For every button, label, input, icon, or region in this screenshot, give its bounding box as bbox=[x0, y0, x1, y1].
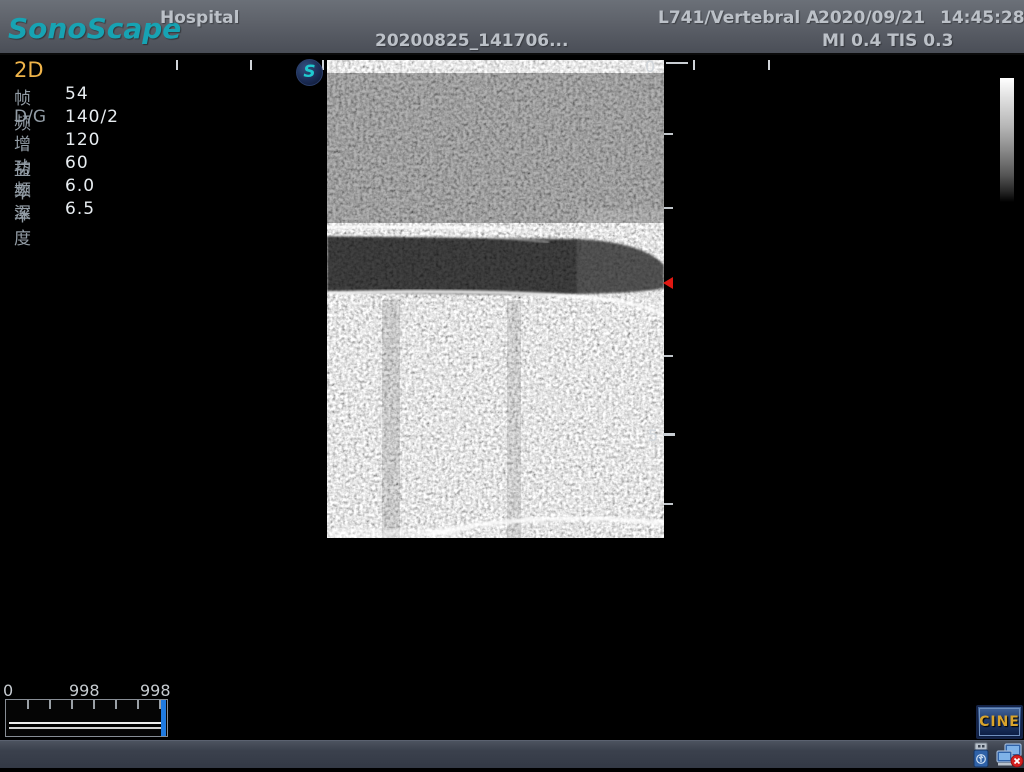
ruler-tick bbox=[250, 60, 252, 70]
param-label: 深度 bbox=[14, 199, 31, 249]
ruler-tick bbox=[176, 60, 178, 70]
top-bar: SonoScape Hospital L741/Vertebral A 2020… bbox=[0, 0, 1024, 55]
probe-orientation-marker: S bbox=[296, 59, 323, 86]
depth-label-top: 0 bbox=[645, 57, 655, 76]
taskbar bbox=[0, 740, 1024, 768]
depth-tick-major bbox=[666, 62, 688, 64]
depth-tick bbox=[664, 207, 673, 209]
exam-id: 20200825_141706... bbox=[375, 31, 568, 51]
depth-tick-major bbox=[663, 433, 675, 436]
cine-start-label: 0 bbox=[3, 681, 13, 700]
depth-tick bbox=[664, 133, 673, 135]
cine-total-frames: 998 bbox=[140, 681, 171, 700]
grayscale-bar bbox=[1000, 78, 1014, 202]
usb-drive-icon[interactable] bbox=[970, 742, 996, 768]
param-label: D/G bbox=[14, 107, 46, 127]
cine-ticks bbox=[7, 700, 166, 709]
probe-preset: L741/Vertebral A bbox=[658, 8, 819, 28]
depth-tick bbox=[664, 355, 673, 357]
depth-label-bottom: 5 bbox=[648, 426, 658, 445]
cine-ruler[interactable] bbox=[5, 699, 168, 737]
focus-marker-icon bbox=[663, 277, 673, 289]
param-value: 140/2 bbox=[65, 107, 119, 127]
depth-tick bbox=[664, 503, 673, 505]
sonoscape-logo: SonoScape bbox=[8, 12, 181, 45]
exam-time: 14:45:28 bbox=[940, 8, 1024, 28]
hospital-name: Hospital bbox=[160, 8, 239, 28]
ruler-tick bbox=[693, 60, 695, 70]
cine-button[interactable]: CINE bbox=[976, 705, 1023, 739]
mode-label: 2D bbox=[14, 58, 44, 82]
param-value: 120 bbox=[65, 130, 100, 150]
cine-current-frame: 998 bbox=[69, 681, 100, 700]
cine-position-marker[interactable] bbox=[161, 700, 166, 736]
exam-date: 2020/09/21 bbox=[818, 8, 925, 28]
ultrasound-image bbox=[327, 60, 664, 538]
ultrasound-speckle-canvas bbox=[327, 60, 664, 538]
ruler-tick bbox=[768, 60, 770, 70]
network-disconnected-icon[interactable] bbox=[995, 742, 1024, 768]
param-value: 6.0 bbox=[65, 176, 95, 196]
param-value: 60 bbox=[65, 153, 89, 173]
param-value: 54 bbox=[65, 84, 89, 104]
param-value: 6.5 bbox=[65, 199, 95, 219]
cine-progress-track bbox=[9, 722, 162, 729]
mi-tis-readout: MI 0.4 TIS 0.3 bbox=[822, 31, 953, 51]
